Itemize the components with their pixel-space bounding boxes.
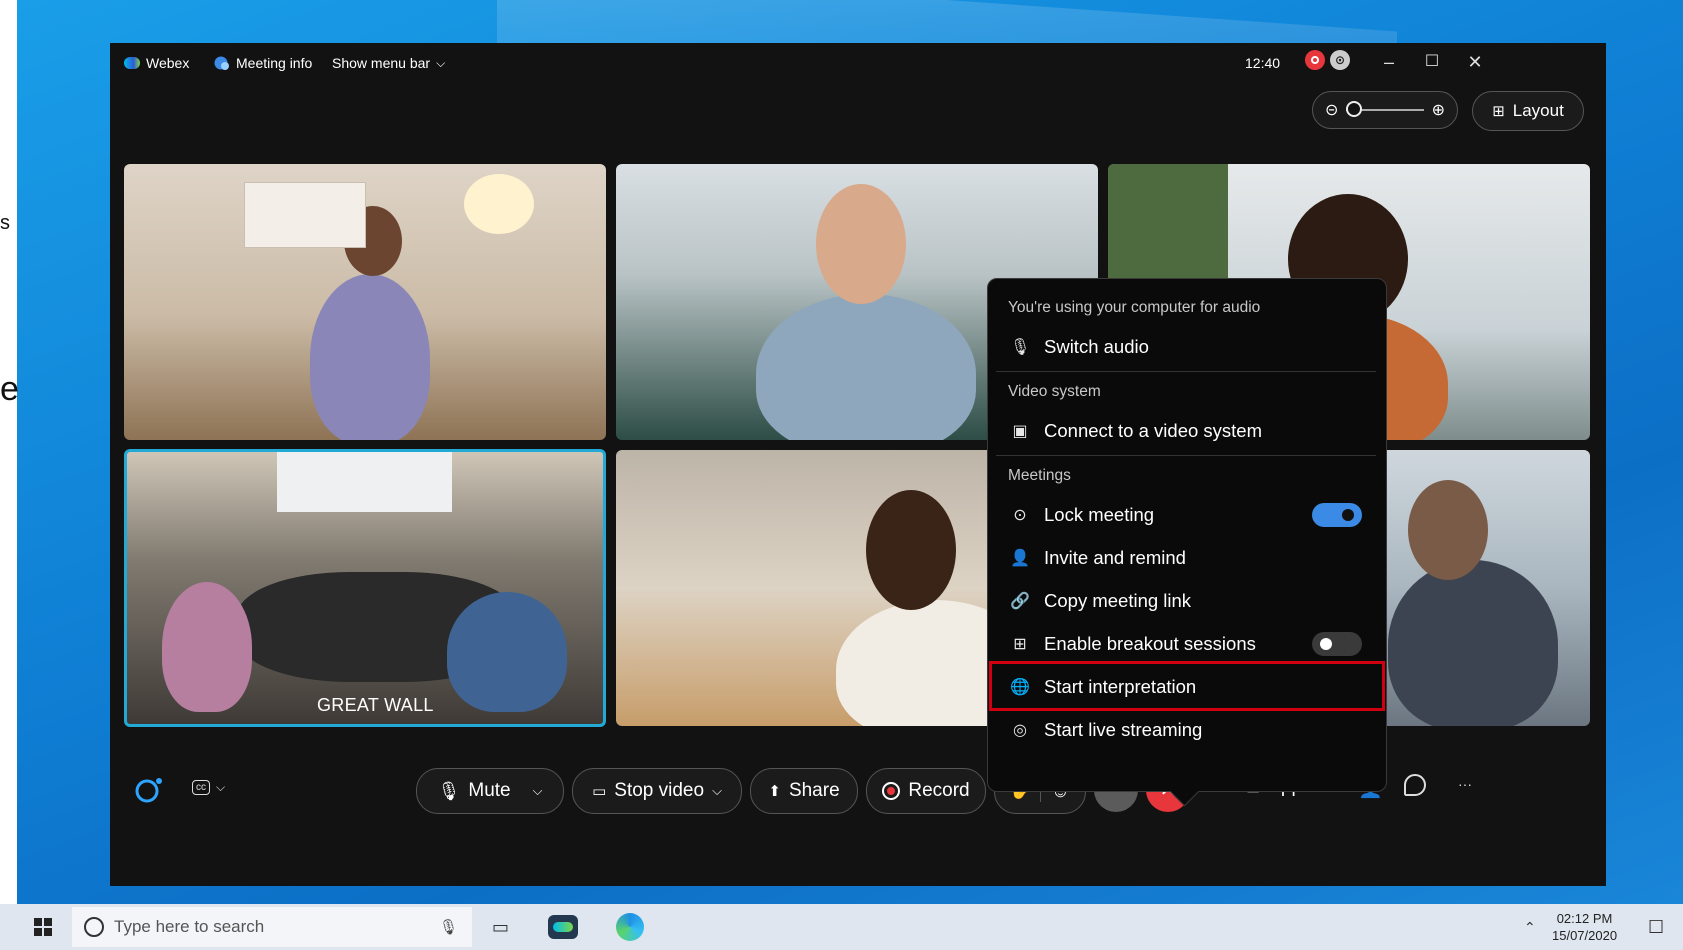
video-options-chevron-icon[interactable]: ⌵ <box>712 783 722 799</box>
notification-center-icon[interactable]: ☐ <box>1648 904 1664 950</box>
annotation-highlight-box <box>989 661 1385 711</box>
stop-video-label: Stop video <box>614 780 705 801</box>
task-view-icon[interactable]: ▭ <box>492 904 509 950</box>
menu-divider <box>996 455 1376 456</box>
video-tile-1[interactable] <box>124 164 606 440</box>
stop-video-button[interactable]: ▭ Stop video ⌵ <box>572 768 742 814</box>
taskbar-time: 02:12 PM <box>1556 911 1613 926</box>
meetings-section-header: Meetings <box>1008 467 1071 484</box>
video-section-header: Video system <box>1008 383 1101 400</box>
record-label: Record <box>908 780 970 801</box>
windows-start-icon[interactable] <box>34 904 52 950</box>
app-name: Webex <box>146 55 190 71</box>
more-panels-icon[interactable]: ··· <box>1458 776 1472 792</box>
maximize-icon[interactable]: ☐ <box>1417 49 1447 75</box>
windows-taskbar: Type here to search 🎙 ▭ ⌃ 02:12 PM 15/07… <box>0 904 1683 950</box>
close-icon[interactable]: ✕ <box>1460 49 1490 75</box>
invite-remind-label: Invite and remind <box>1044 547 1186 568</box>
video-tile-great-wall[interactable]: GREAT WALL <box>124 449 606 727</box>
meeting-info-icon <box>214 56 229 70</box>
zoom-handle[interactable] <box>1346 101 1363 117</box>
closed-captions-button[interactable]: cc ⌵ <box>192 780 225 795</box>
chat-icon[interactable] <box>1404 774 1426 796</box>
webex-assistant-icon[interactable] <box>134 775 164 805</box>
taskbar-date: 15/07/2020 <box>1552 928 1618 943</box>
show-menu-bar-label: Show menu bar <box>332 55 431 71</box>
link-icon: 🔗 <box>1010 593 1030 610</box>
layout-grid-icon: ⊞ <box>1492 103 1505 120</box>
webex-app-menu[interactable]: Webex <box>124 55 189 71</box>
share-screen-icon: ⬆ <box>768 783 781 800</box>
breakout-grid-icon: ⊞ <box>1013 636 1027 653</box>
system-tray-chevron-icon[interactable]: ⌃ <box>1524 904 1536 950</box>
copy-meeting-link-item[interactable]: 🔗 Copy meeting link <box>996 581 1376 621</box>
connect-video-system-item[interactable]: ▣ Connect to a video system <box>996 411 1376 451</box>
cortana-icon <box>84 917 104 937</box>
show-menu-bar-button[interactable]: Show menu bar ⌵ <box>332 55 445 71</box>
cropped-text-2: e <box>0 370 19 408</box>
record-icon <box>882 782 901 800</box>
clock-text: 12:40 <box>1245 55 1281 71</box>
menu-divider <box>996 371 1376 372</box>
lock-meeting-label: Lock meeting <box>1044 504 1155 525</box>
minimize-icon[interactable]: – <box>1374 49 1404 75</box>
meeting-info-button[interactable]: Meeting info <box>214 55 312 71</box>
mute-label: Mute <box>468 780 511 801</box>
recording-indicator-icon[interactable] <box>1305 50 1325 70</box>
breakout-toggle[interactable] <box>1312 632 1362 656</box>
taskbar-clock[interactable]: 02:12 PM 15/07/2020 <box>1552 904 1617 950</box>
zoom-track[interactable] <box>1346 101 1424 117</box>
meeting-clock: 12:40 <box>1245 55 1280 71</box>
video-camera-icon: ▭ <box>592 783 607 800</box>
taskbar-search-box[interactable]: Type here to search 🎙 <box>72 907 472 947</box>
closed-captions-icon: cc <box>192 780 210 795</box>
search-placeholder: Type here to search <box>114 917 265 936</box>
invite-person-icon: 👤 <box>1010 550 1030 567</box>
webex-logo-icon <box>124 57 140 69</box>
tile-name-label: GREAT WALL <box>317 695 434 715</box>
connect-video-label: Connect to a video system <box>1044 420 1262 441</box>
webex-meeting-window: Webex Meeting info Show menu bar ⌵ 12:40… <box>110 43 1606 886</box>
zoom-slider[interactable]: ⊝ ⊕ <box>1312 91 1458 129</box>
zoom-out-icon[interactable]: ⊝ <box>1325 100 1338 120</box>
cropped-text-1: s <box>0 212 10 234</box>
chevron-down-icon: ⌵ <box>216 780 226 794</box>
breakout-sessions-item[interactable]: ⊞ Enable breakout sessions <box>996 624 1376 664</box>
webex-taskbar-icon[interactable] <box>548 904 578 950</box>
audio-options-chevron-icon[interactable]: ⌵ <box>533 783 543 799</box>
lock-status-icon[interactable]: ⊙ <box>1330 50 1350 70</box>
chevron-down-icon: ⌵ <box>436 55 446 70</box>
lock-meeting-toggle[interactable] <box>1312 503 1362 527</box>
live-streaming-icon: ◎ <box>1013 722 1027 739</box>
switch-audio-label: Switch audio <box>1044 336 1149 357</box>
record-button[interactable]: Record <box>866 768 986 814</box>
share-button[interactable]: ⬆ Share <box>750 768 858 814</box>
breakout-label: Enable breakout sessions <box>1044 633 1256 654</box>
invite-remind-item[interactable]: 👤 Invite and remind <box>996 538 1376 578</box>
video-system-icon: ▣ <box>1012 423 1028 440</box>
mute-button[interactable]: 🎙 Mute ⌵ <box>416 768 564 814</box>
lock-icon: ⊙ <box>1013 507 1027 524</box>
microphone-icon: 🎙 <box>437 780 461 801</box>
zoom-in-icon[interactable]: ⊕ <box>1432 100 1445 120</box>
layout-label: Layout <box>1512 101 1564 120</box>
lock-meeting-item[interactable]: ⊙ Lock meeting <box>996 495 1376 535</box>
start-live-streaming-item[interactable]: ◎ Start live streaming <box>996 710 1376 750</box>
edge-browser-icon[interactable] <box>616 904 644 950</box>
layout-button[interactable]: ⊞ Layout <box>1472 91 1584 131</box>
start-streaming-label: Start live streaming <box>1044 719 1203 740</box>
copy-link-label: Copy meeting link <box>1044 590 1192 611</box>
more-options-menu: You're using your computer for audio 🎙 S… <box>987 278 1387 792</box>
share-label: Share <box>788 780 840 801</box>
meeting-info-label: Meeting info <box>236 55 313 71</box>
microphone-icon[interactable]: 🎙 <box>439 918 458 936</box>
switch-audio-icon: 🎙 <box>1010 339 1031 356</box>
audio-section-header: You're using your computer for audio <box>1008 299 1261 316</box>
switch-audio-item[interactable]: 🎙 Switch audio <box>996 327 1376 367</box>
